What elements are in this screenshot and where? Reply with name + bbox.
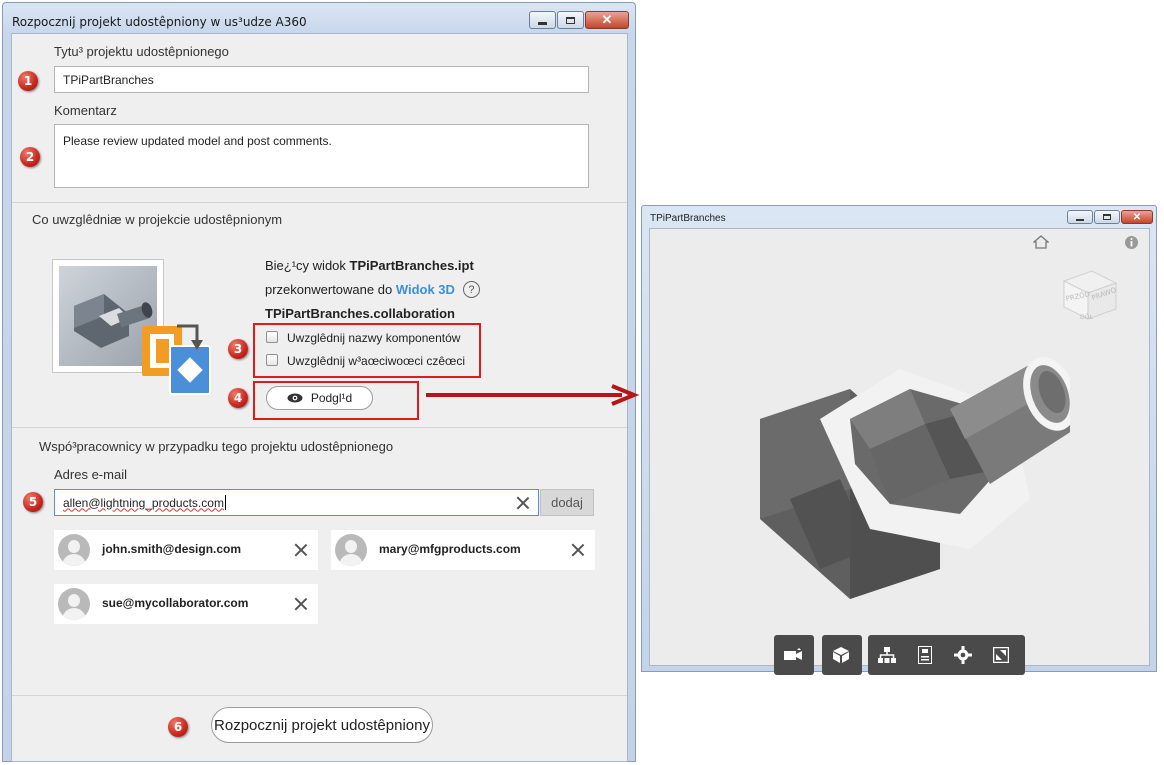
viewcube-bottom-label: DÓŁ: [1080, 314, 1093, 321]
collaborator-email: sue@mycollaborator.com: [102, 596, 249, 610]
close-button[interactable]: ✕: [585, 11, 629, 29]
minimize-icon: [1076, 218, 1084, 221]
clear-email-icon[interactable]: [516, 496, 530, 510]
settings-icon[interactable]: [944, 635, 982, 675]
collaborators-heading: Wspó³pracownicy w przypadku tego projekt…: [39, 439, 394, 454]
collaborator-email: john.smith@design.com: [102, 542, 242, 556]
properties-icon[interactable]: [906, 635, 944, 675]
email-input-value: allen@lightning_products.com: [63, 495, 224, 510]
collaborator-chip: mary@mfgproducts.com: [331, 530, 595, 570]
preview-window: TPiPartBranches ✕ PRZÓD PRAWO DÓŁ: [641, 205, 1157, 675]
viewer-tools-group: [868, 635, 1025, 675]
comment-textarea[interactable]: Please review updated model and post com…: [54, 124, 589, 188]
start-shared-project-button[interactable]: Rozpocznij projekt udostêpniony: [211, 707, 433, 743]
part-model: [760, 357, 1070, 599]
close-icon: ✕: [601, 12, 613, 27]
eye-icon: [287, 393, 303, 403]
title-bar[interactable]: Rozpocznij projekt udostêpniony w us³udz…: [3, 3, 635, 33]
info-icon[interactable]: [1124, 235, 1139, 250]
comment-label: Komentarz: [54, 103, 117, 118]
maximize-button[interactable]: [557, 11, 584, 29]
badge-5: 5: [23, 492, 43, 512]
help-icon[interactable]: ?: [462, 281, 480, 298]
email-input[interactable]: allen@lightning_products.com: [54, 489, 539, 516]
close-icon: ✕: [1132, 211, 1142, 223]
avatar: [58, 534, 90, 566]
minimize-icon: [538, 21, 547, 25]
preview-minimize-button[interactable]: [1067, 210, 1093, 224]
include-components-label: Uwzglêdnij nazwy komponentów: [287, 331, 461, 345]
remove-collaborator-icon[interactable]: [571, 543, 585, 557]
model-tool-group: [822, 635, 862, 675]
current-view-prefix: Bie¿¹cy widok: [265, 258, 350, 273]
divider: [12, 427, 627, 428]
window-title: Rozpocznij projekt udostêpniony w us³udz…: [12, 15, 307, 29]
preview-window-title: TPiPartBranches: [650, 213, 726, 224]
widok-3d-link[interactable]: Widok 3D: [396, 282, 455, 297]
add-collaborator-button[interactable]: dodaj: [540, 489, 594, 516]
converted-prefix: przekonwertowane do: [265, 282, 396, 297]
include-heading: Co uwzglêdniæ w projekcie udostêpnionym: [32, 212, 283, 227]
collab-file-name: TPiPartBranches.collaboration: [265, 306, 455, 321]
home-icon[interactable]: [1033, 235, 1049, 249]
email-label: Adres e-mail: [54, 467, 127, 482]
preview-button[interactable]: Podgl¹d: [266, 386, 373, 410]
remove-collaborator-icon[interactable]: [294, 597, 308, 611]
text-cursor: [224, 495, 226, 510]
include-properties-checkbox[interactable]: [266, 354, 278, 366]
collaborator-chip: john.smith@design.com: [54, 530, 318, 570]
project-title-input[interactable]: TPiPartBranches: [54, 66, 589, 93]
current-view-file: TPiPartBranches.ipt: [349, 258, 474, 273]
include-components-checkbox[interactable]: [266, 331, 278, 343]
badge-3: 3: [228, 339, 248, 359]
collaborator-chip: sue@mycollaborator.com: [54, 584, 318, 624]
divider: [12, 695, 627, 696]
pointer-arrow: [426, 384, 640, 406]
fullscreen-icon[interactable]: [982, 635, 1020, 675]
share-dialog-window: Rozpocznij projekt udostêpniony w us³udz…: [2, 2, 636, 762]
badge-2: 2: [20, 147, 40, 167]
maximize-icon: [1103, 214, 1111, 220]
include-properties-label: Uwzglêdnij w³aœciwoœci czêœci: [287, 354, 466, 368]
project-title-label: Tytu³ projektu udostêpnionego: [54, 44, 229, 59]
collaborator-email: mary@mfgproducts.com: [379, 542, 521, 556]
preview-maximize-button[interactable]: [1094, 210, 1120, 224]
model-icon[interactable]: [822, 635, 860, 675]
divider: [12, 202, 627, 203]
convert-arrow-icon: [177, 324, 203, 350]
camera-icon[interactable]: [774, 635, 812, 675]
3d-viewer[interactable]: PRZÓD PRAWO DÓŁ: [649, 228, 1150, 675]
camera-tool-group: [774, 635, 814, 675]
preview-button-label: Podgl¹d: [310, 391, 353, 405]
avatar: [58, 588, 90, 620]
badge-6: 6: [168, 717, 188, 737]
preview-close-button[interactable]: ✕: [1121, 210, 1153, 224]
badge-1: 1: [18, 71, 38, 91]
avatar: [335, 534, 367, 566]
maximize-icon: [566, 16, 575, 24]
structure-icon[interactable]: [868, 635, 906, 675]
minimize-button[interactable]: [529, 11, 556, 29]
badge-4: 4: [228, 388, 248, 408]
remove-collaborator-icon[interactable]: [294, 543, 308, 557]
collaboration-file-icon: [169, 345, 211, 395]
